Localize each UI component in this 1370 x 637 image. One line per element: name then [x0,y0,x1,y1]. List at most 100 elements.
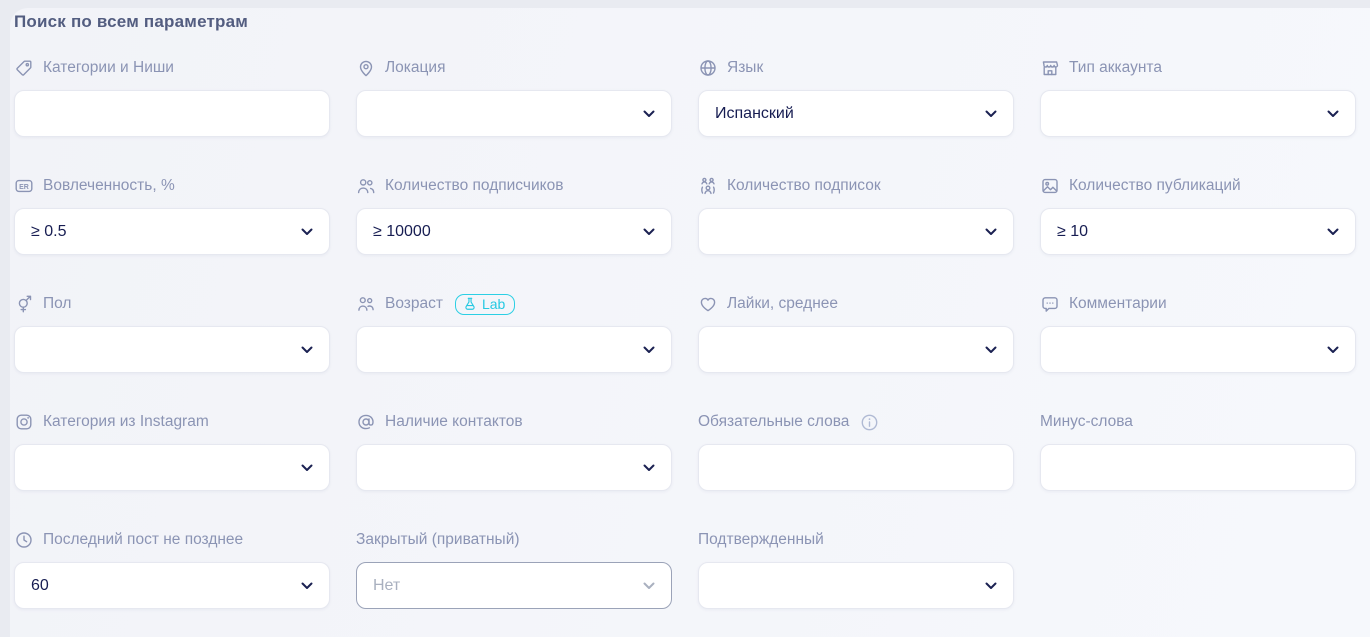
field-label-row: Пол [14,293,330,315]
field-label: Вовлеченность, % [43,177,175,195]
field-label-row: Комментарии [1040,293,1356,315]
field-text-input[interactable] [31,105,313,123]
field-select[interactable]: ≥ 10000 [356,208,672,255]
filter-field: Локация [356,57,672,137]
field-label-row: Последний пост не позднее [14,529,330,551]
field-select[interactable] [698,208,1014,255]
globe-icon [698,58,718,78]
field-label: Пол [43,295,71,313]
filter-field: Подтвержденный [698,529,1014,609]
field-select[interactable] [1040,326,1356,373]
field-label-row: Количество публикаций [1040,175,1356,197]
field-select[interactable] [356,90,672,137]
field-label-row: Категории и Ниши [14,57,330,79]
field-label: Закрытый (приватный) [356,531,520,549]
field-label: Локация [385,59,445,77]
field-label-row: Наличие контактов [356,411,672,433]
filter-field: Категория из Instagram [14,411,330,491]
field-text-input[interactable] [1057,459,1339,477]
search-filters-grid: Категории и Ниши Локация Язык [14,57,1356,609]
chevron-down-icon [643,464,655,472]
field-value: ≥ 10000 [373,223,431,241]
filter-field: ER Вовлеченность, % ≥ 0.5 [14,175,330,255]
field-label: Категории и Ниши [43,59,174,77]
heart-icon [698,294,718,314]
filter-field: Количество подписок [698,175,1014,255]
field-label-row: Возраст Lab [356,293,672,315]
field-label: Комментарии [1069,295,1167,313]
field-label-row: Закрытый (приватный) [356,529,672,551]
field-label-row: Категория из Instagram [14,411,330,433]
field-label: Возраст [385,295,443,313]
filter-field: Минус-слова [1040,411,1356,491]
chevron-down-icon [301,464,313,472]
field-select[interactable]: 60 [14,562,330,609]
field-label: Категория из Instagram [43,413,209,431]
chevron-down-icon [301,582,313,590]
field-select[interactable] [14,326,330,373]
at-sign-icon [356,412,376,432]
chevron-down-icon [985,346,997,354]
info-icon[interactable] [860,413,879,432]
chevron-down-icon [1327,228,1339,236]
field-select[interactable] [1040,90,1356,137]
flask-icon [463,297,477,311]
er-badge-icon: ER [14,176,34,196]
chevron-down-icon [1327,110,1339,118]
search-panel: Поиск по всем параметрам Категории и Ниш… [10,8,1370,637]
svg-text:ER: ER [19,184,29,191]
field-select[interactable]: ≥ 0.5 [14,208,330,255]
panel-title: Поиск по всем параметрам [14,10,1356,32]
instagram-icon [14,412,34,432]
chevron-down-icon [643,346,655,354]
chevron-down-icon [301,228,313,236]
photo-icon [1040,176,1060,196]
field-select[interactable]: ≥ 10 [1040,208,1356,255]
filter-field: Закрытый (приватный) Нет [356,529,672,609]
field-label: Язык [727,59,763,77]
field-label: Минус-слова [1040,413,1133,431]
tag-icon [14,58,34,78]
filter-field: Тип аккаунта [1040,57,1356,137]
field-text-input-wrap[interactable] [14,90,330,137]
filter-field: Комментарии [1040,293,1356,373]
field-text-input[interactable] [715,459,997,477]
lab-badge-label: Lab [482,297,505,311]
field-label-row: Минус-слова [1040,411,1356,433]
field-text-input-wrap[interactable] [1040,444,1356,491]
chevron-down-icon [643,228,655,236]
location-pin-icon [356,58,376,78]
field-value: Нет [373,577,400,595]
field-select[interactable]: Испанский [698,90,1014,137]
followings-icon [698,176,718,196]
field-label-row: Лайки, среднее [698,293,1014,315]
field-label: Количество публикаций [1069,177,1241,195]
chevron-down-icon [301,346,313,354]
field-select[interactable] [698,326,1014,373]
chevron-down-icon [985,582,997,590]
field-value: Испанский [715,105,794,123]
field-label-row: Подтвержденный [698,529,1014,551]
chevron-down-icon [985,110,997,118]
field-select[interactable] [698,562,1014,609]
lab-badge: Lab [455,294,515,315]
age-icon [356,294,376,314]
chevron-down-icon [1327,346,1339,354]
filter-field: Последний пост не позднее 60 [14,529,330,609]
field-label: Обязательные слова [698,413,849,431]
filter-field: Лайки, среднее [698,293,1014,373]
field-label-row: Язык [698,57,1014,79]
field-select[interactable] [356,326,672,373]
field-select[interactable] [356,444,672,491]
field-label-row: Количество подписчиков [356,175,672,197]
field-select[interactable]: Нет [356,562,672,609]
field-select[interactable] [14,444,330,491]
field-label: Количество подписчиков [385,177,563,195]
followers-icon [356,176,376,196]
field-value: 60 [31,577,49,595]
chevron-down-icon [643,110,655,118]
field-text-input-wrap[interactable] [698,444,1014,491]
filter-field: Количество публикаций ≥ 10 [1040,175,1356,255]
clock-icon [14,530,34,550]
field-label: Лайки, среднее [727,295,838,313]
